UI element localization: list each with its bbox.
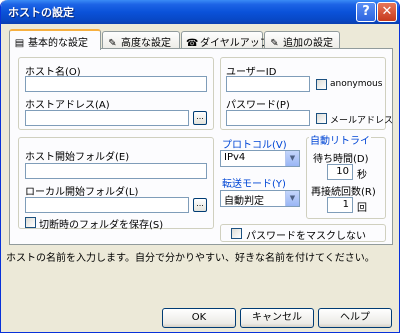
retry-label: 自動リトライ	[309, 132, 371, 147]
local-folder-browse-button[interactable]: ...	[193, 198, 207, 212]
tab-additional-settings[interactable]: ✎ 追加の設定	[264, 31, 340, 49]
mask-password-label: パスワードをマスクしない	[246, 231, 366, 242]
host-folder-input[interactable]	[25, 163, 207, 179]
host-name-input[interactable]	[25, 76, 207, 92]
tab-basic-settings[interactable]: ▤ 基本的な設定	[9, 29, 101, 50]
status-help-text: ホストの名前を入力します。自分で分かりやすい、好きな名前を付けてください。	[1, 245, 399, 304]
tab-strip: ▤ 基本的な設定 ✎ 高度な設定 ☎ ダイヤルアップ ✎ 追加の設定	[9, 29, 393, 50]
protocol-select[interactable]: IPv4 ▼	[220, 150, 300, 167]
host-address-label: ホストアドレス(A)	[25, 100, 110, 111]
save-folder-checkbox[interactable]	[25, 217, 36, 228]
reconnect-count-unit: 回	[357, 203, 367, 214]
transfer-mode-select[interactable]: 自動判定 ▼	[220, 190, 300, 207]
mask-password-checkbox[interactable]	[231, 228, 242, 239]
chevron-down-icon: ▼	[285, 151, 299, 166]
transfer-mode-value: 自動判定	[224, 196, 264, 207]
tab-basic-label: 基本的な設定	[28, 38, 88, 49]
save-folder-label: 切断時のフォルダを保存(S)	[39, 220, 164, 231]
wait-time-input[interactable]: 10	[327, 164, 353, 180]
tab-panel-basic: ホスト名(O) ホストアドレス(A) ... ユーザーID anonymous …	[9, 48, 393, 245]
user-id-input[interactable]	[226, 76, 310, 92]
host-folder-label: ホスト開始フォルダ(E)	[25, 152, 130, 163]
retry-group: 自動リトライ 待ち時間(D) 10 秒 再接続回数(R) 1 回	[306, 132, 386, 219]
help-title-button[interactable]: ?	[356, 2, 376, 22]
protocol-value: IPv4	[224, 152, 246, 163]
tab-dialup[interactable]: ☎ ダイヤルアップ	[181, 31, 270, 49]
title-bar[interactable]: ホストの設定 ? ✕	[1, 0, 399, 24]
reconnect-count-input[interactable]: 1	[327, 197, 353, 213]
host-address-input[interactable]	[25, 110, 189, 126]
mail-address-checkbox[interactable]	[316, 113, 327, 124]
status-text: ホストの名前を入力します。自分で分かりやすい、好きな名前を付けてください。	[6, 253, 375, 264]
transfer-mode-label: 転送モード(Y)	[222, 179, 286, 190]
help-button[interactable]: ヘルプ	[318, 308, 392, 328]
settings-page-icon: ▤	[14, 38, 25, 49]
chevron-down-icon: ▼	[285, 191, 299, 206]
host-group: ホスト名(O) ホストアドレス(A) ...	[18, 57, 214, 130]
mask-password-group: パスワードをマスクしない	[220, 224, 386, 242]
host-history-button[interactable]: ...	[193, 111, 207, 125]
password-input[interactable]	[226, 110, 310, 126]
wait-time-unit: 秒	[357, 170, 367, 181]
protocol-label: プロトコル(V)	[222, 140, 287, 151]
window-title: ホストの設定	[8, 6, 74, 19]
anonymous-label: anonymous	[330, 79, 383, 89]
reconnect-count-label: 再接続回数(R)	[311, 187, 376, 198]
host-settings-dialog: ホストの設定 ? ✕ ▤ 基本的な設定 ✎ 高度な設定 ☎ ダイヤルアップ ✎ 追加の設…	[0, 0, 400, 333]
close-button[interactable]: ✕	[377, 2, 397, 22]
password-label: パスワード(P)	[226, 100, 290, 111]
folders-group: ホスト開始フォルダ(E) ローカル開始フォルダ(L) ... 切断時のフォルダを…	[18, 137, 214, 231]
tab-advanced-settings[interactable]: ✎ 高度な設定	[102, 31, 180, 49]
user-group: ユーザーID anonymous パスワード(P) メールアドレス	[220, 57, 393, 130]
ok-button[interactable]: OK	[162, 308, 236, 328]
wait-time-label: 待ち時間(D)	[313, 154, 369, 165]
mail-address-label: メールアドレス	[330, 116, 394, 126]
anonymous-checkbox[interactable]	[316, 79, 327, 90]
local-folder-label: ローカル開始フォルダ(L)	[25, 187, 139, 198]
cancel-button[interactable]: キャンセル	[240, 308, 314, 328]
local-folder-input[interactable]	[25, 197, 189, 213]
